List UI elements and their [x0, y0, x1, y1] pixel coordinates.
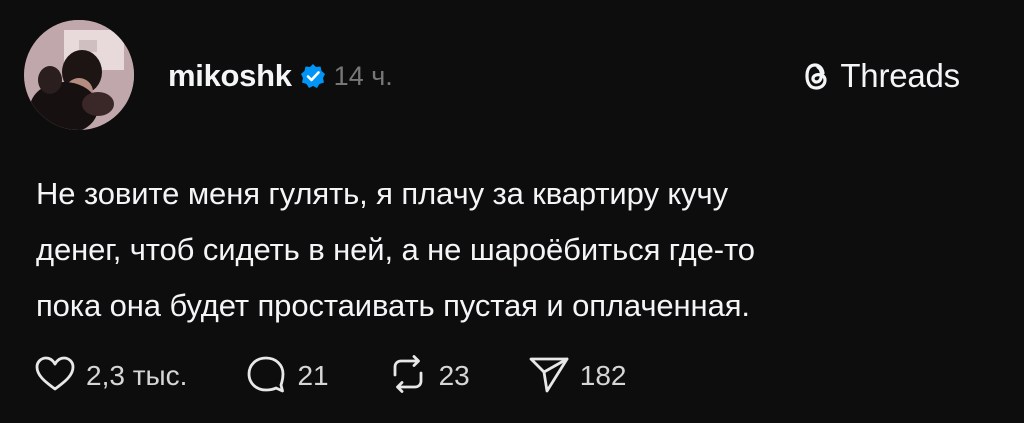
threads-post: mikoshk 14 ч. Threads Не зовите меня гул… [0, 0, 1024, 423]
share-button[interactable]: 182 [526, 351, 627, 402]
comment-button[interactable]: 21 [243, 351, 329, 402]
post-text-line: денег, чтоб сидеть в ней, а не шароёбить… [36, 232, 755, 267]
comment-icon [243, 351, 289, 402]
username[interactable]: mikoshk [168, 58, 292, 94]
repost-icon [385, 351, 431, 402]
post-header: mikoshk 14 ч. [168, 54, 393, 98]
post-text: Не зовите меня гулять, я плачу за кварти… [36, 166, 996, 334]
threads-brand: Threads [800, 54, 960, 98]
post-text-line: пока она будет простаивать пустая и опла… [36, 288, 750, 323]
like-count: 2,3 тыс. [86, 360, 188, 391]
heart-icon [32, 351, 78, 402]
avatar[interactable] [24, 20, 134, 130]
comment-count: 21 [297, 360, 329, 391]
repost-count: 23 [438, 360, 470, 391]
verified-badge-icon [300, 63, 326, 89]
share-count: 182 [579, 360, 627, 391]
post-timestamp: 14 ч. [333, 60, 393, 91]
repost-button[interactable]: 23 [385, 351, 470, 402]
share-icon [526, 351, 572, 402]
like-button[interactable]: 2,3 тыс. [32, 351, 187, 402]
post-text-line: Не зовите меня гулять, я плачу за кварти… [36, 176, 729, 211]
threads-logo-icon [800, 58, 832, 94]
post-actions: 2,3 тыс. 21 23 182 [32, 352, 682, 400]
threads-wordmark: Threads [840, 57, 960, 94]
